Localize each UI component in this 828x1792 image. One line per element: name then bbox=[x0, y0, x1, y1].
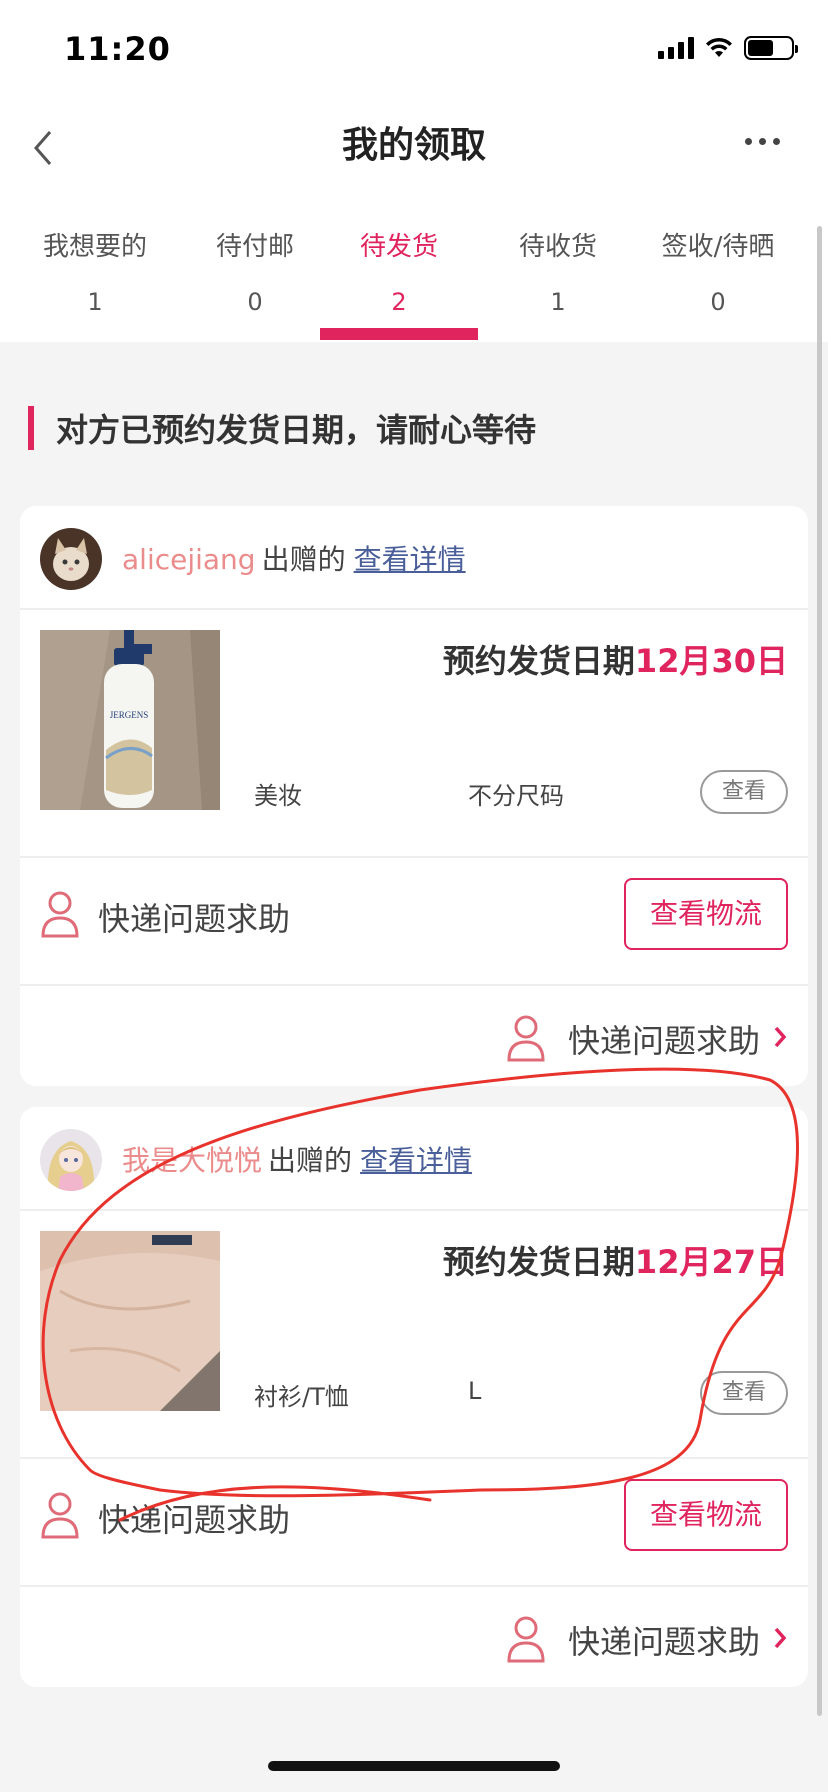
tab-count: 2 bbox=[391, 288, 407, 316]
card-body: 预约发货日期12月27日 衬衫/T恤 L 查看 bbox=[20, 1211, 808, 1459]
gift-label: 出赠的 bbox=[268, 1144, 353, 1177]
product-size: L bbox=[468, 1377, 482, 1405]
help-row: 快递问题求助 查看物流 bbox=[20, 858, 808, 986]
view-details-link[interactable]: 查看详情 bbox=[360, 1144, 472, 1177]
order-card: 我是大悦悦 出赠的 查看详情 预约发货日期12月27日 衬衫/T恤 L 查看 快递问… bbox=[20, 1107, 808, 1687]
express-help-link-row[interactable]: 快递问题求助 bbox=[20, 1587, 808, 1687]
product-image[interactable] bbox=[40, 1231, 220, 1411]
view-details-link[interactable]: 查看详情 bbox=[354, 543, 466, 576]
view-button[interactable]: 查看 bbox=[700, 1371, 788, 1415]
gift-label: 出赠的 bbox=[261, 543, 346, 576]
product-image[interactable]: JERGENS bbox=[40, 630, 220, 810]
express-help-link[interactable]: 快递问题求助 bbox=[568, 1617, 760, 1663]
tab-pending-postage[interactable]: 待付邮 0 bbox=[190, 200, 320, 342]
status-bar: 11:20 bbox=[0, 0, 828, 100]
person-icon bbox=[41, 891, 79, 938]
person-icon bbox=[507, 1015, 545, 1062]
page-title: 我的领取 bbox=[341, 125, 486, 166]
shipping-date-line: 预约发货日期12月30日 bbox=[443, 636, 788, 682]
view-button[interactable]: 查看 bbox=[700, 770, 788, 814]
tab-label: 签收/待晒 bbox=[661, 232, 775, 262]
product-size: 不分尺码 bbox=[468, 782, 564, 810]
notice: 对方已预约发货日期，请耐心等待 bbox=[28, 404, 536, 452]
battery-icon bbox=[744, 36, 798, 60]
tab-want[interactable]: 我想要的 1 bbox=[0, 200, 190, 342]
tab-signed-share[interactable]: 签收/待晒 0 bbox=[638, 200, 798, 342]
shipping-date-line: 预约发货日期12月27日 bbox=[443, 1237, 788, 1283]
status-tabs: 我想要的 1 待付邮 0 待发货 2 待收货 1 签收/待晒 0 bbox=[0, 200, 828, 342]
person-icon bbox=[41, 1492, 79, 1539]
person-icon bbox=[507, 1616, 545, 1663]
active-tab-indicator bbox=[320, 328, 478, 340]
avatar[interactable] bbox=[40, 528, 102, 590]
giver-line: 我是大悦悦 出赠的 查看详情 bbox=[122, 1139, 472, 1179]
card-header: 我是大悦悦 出赠的 查看详情 bbox=[20, 1107, 808, 1211]
ship-label: 预约发货日期 bbox=[442, 1243, 635, 1281]
avatar[interactable] bbox=[40, 1129, 102, 1191]
order-card: alicejiang 出赠的 查看详情 JERGENS 预约发货日期12月30日 美… bbox=[20, 506, 808, 1086]
notice-text: 对方已预约发货日期，请耐心等待 bbox=[56, 411, 537, 449]
tab-count: 0 bbox=[710, 288, 726, 316]
wifi-icon bbox=[706, 37, 732, 57]
ship-date: 12月30日 bbox=[634, 642, 788, 680]
express-help-link-row[interactable]: 快递问题求助 bbox=[20, 986, 808, 1086]
card-header: alicejiang 出赠的 查看详情 bbox=[20, 506, 808, 610]
giver-username[interactable]: alicejiang bbox=[122, 543, 256, 576]
ship-label: 预约发货日期 bbox=[442, 642, 635, 680]
tab-label: 待发货 bbox=[359, 232, 438, 262]
svg-text:JERGENS: JERGENS bbox=[110, 710, 149, 720]
scrollbar[interactable] bbox=[817, 226, 822, 1716]
status-icons bbox=[658, 36, 798, 60]
ship-date: 12月27日 bbox=[634, 1243, 788, 1281]
product-category: 衬衫/T恤 bbox=[254, 1383, 349, 1411]
tab-count: 1 bbox=[87, 288, 103, 316]
tab-count: 0 bbox=[247, 288, 263, 316]
view-logistics-button[interactable]: 查看物流 bbox=[624, 1479, 788, 1551]
tab-label: 待收货 bbox=[518, 232, 597, 262]
express-help-label[interactable]: 快递问题求助 bbox=[98, 1495, 290, 1541]
tab-pending-receipt[interactable]: 待收货 1 bbox=[478, 200, 638, 342]
giver-username[interactable]: 我是大悦悦 bbox=[122, 1144, 262, 1177]
product-category: 美妆 bbox=[254, 782, 302, 810]
help-row: 快递问题求助 查看物流 bbox=[20, 1459, 808, 1587]
tab-label: 我想要的 bbox=[42, 232, 147, 262]
status-time: 11:20 bbox=[64, 30, 171, 68]
home-indicator[interactable] bbox=[268, 1761, 560, 1771]
express-help-link[interactable]: 快递问题求助 bbox=[568, 1016, 760, 1062]
tab-pending-shipment[interactable]: 待发货 2 bbox=[320, 200, 478, 342]
tab-count: 1 bbox=[550, 288, 566, 316]
notice-accent-bar bbox=[28, 406, 34, 450]
tab-label: 待付邮 bbox=[215, 232, 294, 262]
cellular-signal-icon bbox=[658, 37, 694, 59]
express-help-label[interactable]: 快递问题求助 bbox=[98, 894, 290, 940]
card-body: JERGENS 预约发货日期12月30日 美妆 不分尺码 查看 bbox=[20, 610, 808, 858]
view-logistics-button[interactable]: 查看物流 bbox=[624, 878, 788, 950]
giver-line: alicejiang 出赠的 查看详情 bbox=[122, 538, 466, 578]
chevron-right-icon bbox=[774, 1627, 787, 1649]
chevron-right-icon bbox=[774, 1026, 787, 1048]
